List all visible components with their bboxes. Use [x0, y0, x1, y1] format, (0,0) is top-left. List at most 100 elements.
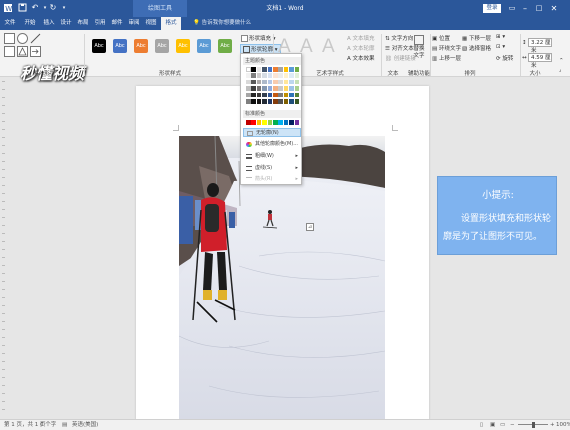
theme-color-swatch[interactable]	[251, 99, 256, 104]
tab-references[interactable]: 引用	[92, 17, 108, 30]
theme-color-swatch[interactable]	[267, 86, 273, 91]
save-icon[interactable]	[17, 3, 27, 13]
maximize-icon[interactable]: □	[532, 2, 546, 15]
arrows-item[interactable]: 箭头(R) ▸	[243, 175, 301, 184]
zoom-in-icon[interactable]: +	[550, 420, 555, 430]
theme-color-swatch[interactable]	[246, 86, 251, 91]
send-backward-button[interactable]: ▦ 下移一层	[462, 34, 491, 42]
theme-color-swatch[interactable]	[256, 73, 262, 78]
standard-color-swatch[interactable]	[267, 120, 273, 125]
theme-color-swatch[interactable]	[289, 92, 294, 98]
text-fill-button[interactable]: A 文本填充	[347, 34, 375, 42]
theme-color-swatch[interactable]	[267, 92, 273, 98]
shape-arrow-icon[interactable]	[30, 46, 41, 57]
text-effects-button[interactable]: A 文本效果	[347, 54, 375, 62]
theme-color-swatch[interactable]	[251, 67, 256, 72]
theme-color-swatch[interactable]	[262, 67, 267, 72]
width-input[interactable]: 4.59 厘米	[528, 53, 552, 69]
theme-color-swatch[interactable]	[251, 73, 256, 78]
theme-color-swatch[interactable]	[283, 67, 289, 72]
theme-color-swatch[interactable]	[289, 67, 294, 72]
alt-text-button[interactable]: 替换文字	[412, 35, 426, 60]
theme-color-swatch[interactable]	[273, 99, 278, 104]
wordart-style-3-icon[interactable]: A	[322, 36, 335, 58]
shape-line-icon[interactable]	[30, 33, 41, 44]
theme-color-swatch[interactable]	[256, 92, 262, 98]
standard-color-swatch[interactable]	[289, 120, 294, 125]
theme-color-swatch[interactable]	[246, 99, 251, 104]
theme-color-swatch[interactable]	[246, 79, 251, 85]
layout-options-icon[interactable]: ⊿	[306, 223, 314, 231]
theme-color-swatch[interactable]	[262, 99, 267, 104]
tell-me-search[interactable]: 💡 告诉我你想要做什么	[193, 17, 251, 30]
zoom-out-icon[interactable]: −	[510, 420, 515, 430]
theme-color-swatch[interactable]	[262, 86, 267, 91]
language-indicator[interactable]: 英语(美国)	[72, 420, 98, 430]
tab-review[interactable]: 审阅	[126, 17, 142, 30]
bring-forward-button[interactable]: ▥ 上移一层	[432, 54, 461, 62]
theme-color-swatch[interactable]	[267, 73, 273, 78]
theme-color-swatch[interactable]	[267, 79, 273, 85]
minimize-icon[interactable]: –	[518, 2, 532, 15]
weight-item[interactable]: 粗细(W) ▸	[243, 152, 301, 161]
standard-color-swatch[interactable]	[246, 120, 251, 125]
theme-color-swatch[interactable]	[283, 99, 289, 104]
ribbon-display-options-icon[interactable]: ▭	[505, 2, 519, 15]
theme-color-swatch[interactable]	[278, 86, 283, 91]
theme-color-swatch[interactable]	[294, 92, 300, 98]
theme-color-swatch[interactable]	[256, 79, 262, 85]
align-button[interactable]: ⊞ ▾	[496, 34, 505, 40]
zoom-level[interactable]: 100%	[556, 420, 570, 430]
read-mode-icon[interactable]: ▯	[480, 420, 483, 430]
theme-color-swatch[interactable]	[278, 92, 283, 98]
shape-style-swatch[interactable]: Abc	[218, 39, 232, 53]
collapse-ribbon-icon[interactable]: ⌃	[559, 58, 564, 64]
more-outline-colors-item[interactable]: 其他轮廓颜色(M)...	[243, 140, 301, 149]
shape-style-swatch[interactable]: Abc	[155, 39, 169, 53]
standard-color-swatch[interactable]	[283, 120, 289, 125]
theme-color-swatch[interactable]	[289, 79, 294, 85]
zoom-slider-thumb[interactable]	[532, 422, 535, 428]
theme-color-swatch[interactable]	[262, 73, 267, 78]
tab-insert[interactable]: 插入	[41, 17, 57, 30]
shape-style-swatch[interactable]: Abc	[176, 39, 190, 53]
theme-color-swatch[interactable]	[273, 92, 278, 98]
rotate-button[interactable]: ⟳ 旋转	[496, 54, 513, 62]
theme-color-swatch[interactable]	[283, 79, 289, 85]
tab-format[interactable]: 格式	[161, 17, 181, 30]
align-text-button[interactable]: ☰ 对齐文本	[385, 44, 414, 52]
dashes-item[interactable]: 虚线(S) ▸	[243, 164, 301, 173]
redo-icon[interactable]: ↻	[48, 3, 58, 13]
theme-color-swatch[interactable]	[278, 99, 283, 104]
standard-color-swatch[interactable]	[278, 120, 283, 125]
theme-color-swatch[interactable]	[273, 67, 278, 72]
height-input[interactable]: 3.22 厘米	[528, 38, 552, 54]
shape-triangle-icon[interactable]	[17, 46, 28, 57]
text-direction-button[interactable]: ⇅ 文字方向	[385, 34, 413, 42]
tab-view[interactable]: 视图	[143, 17, 159, 30]
tab-layout[interactable]: 布局	[75, 17, 91, 30]
shape-rectangle-icon[interactable]	[4, 33, 15, 44]
shape-oval-icon[interactable]	[17, 33, 28, 44]
position-button[interactable]: ▣ 位置	[432, 34, 450, 42]
standard-color-swatch[interactable]	[256, 120, 262, 125]
theme-color-swatch[interactable]	[278, 79, 283, 85]
theme-color-swatch[interactable]	[289, 73, 294, 78]
theme-color-swatch[interactable]	[267, 67, 273, 72]
undo-icon[interactable]: ↶	[30, 3, 40, 13]
theme-color-swatch[interactable]	[246, 73, 251, 78]
shape-style-swatch[interactable]: Abc	[197, 39, 211, 53]
theme-color-swatch[interactable]	[294, 86, 300, 91]
wrap-text-button[interactable]: ▤ 环绕文字	[432, 44, 461, 52]
theme-color-swatch[interactable]	[251, 86, 256, 91]
theme-color-swatch[interactable]	[294, 99, 300, 104]
theme-color-swatch[interactable]	[289, 99, 294, 104]
theme-color-swatch[interactable]	[246, 92, 251, 98]
theme-color-swatch[interactable]	[273, 86, 278, 91]
theme-color-swatch[interactable]	[256, 99, 262, 104]
theme-color-swatch[interactable]	[251, 92, 256, 98]
theme-color-swatch[interactable]	[283, 92, 289, 98]
theme-color-swatch[interactable]	[278, 67, 283, 72]
theme-color-swatch[interactable]	[273, 73, 278, 78]
standard-color-swatch[interactable]	[251, 120, 256, 125]
